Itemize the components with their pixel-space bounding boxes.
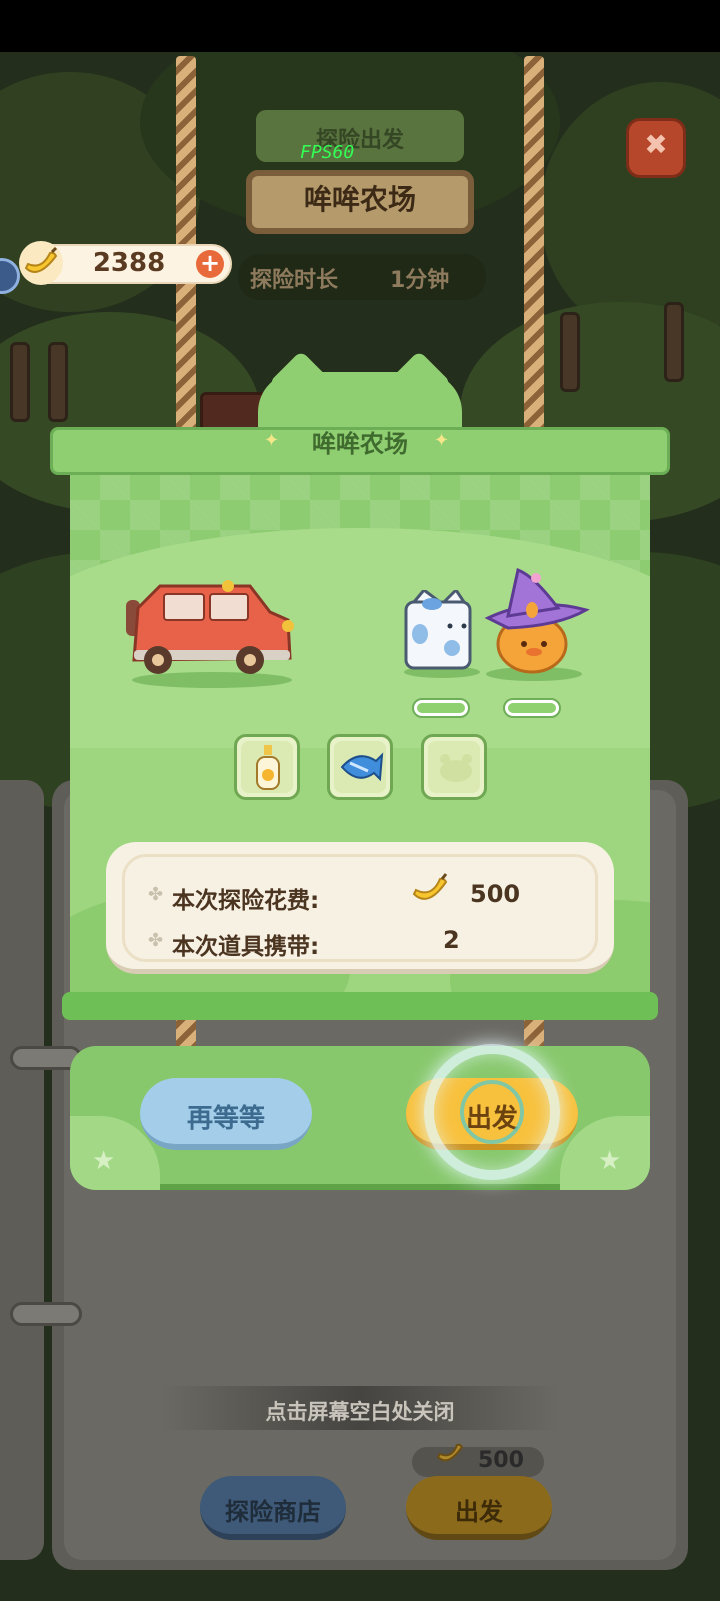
book-left-page (0, 780, 44, 1560)
go-button-background-label: 出发 (455, 1498, 503, 1526)
bullet-icon: ✤ (148, 884, 164, 905)
status-bar (0, 0, 720, 52)
empty-slot-icon (440, 754, 472, 782)
dialog-title: 哞哞农场 (312, 430, 408, 458)
star-icon: ★ (92, 1146, 116, 1176)
red-jeep-icon (126, 580, 294, 688)
item-slot-honey[interactable] (234, 734, 300, 800)
rope-right (524, 56, 544, 436)
tap-hint-ring-inner (460, 1080, 524, 1144)
expedition-shop-label: 探险商店 (225, 1498, 321, 1526)
milk-carton-cat-icon (404, 590, 480, 678)
character-hp-bar (503, 698, 561, 718)
scroll-rod-bottom (62, 992, 658, 1020)
star-icon: ★ (598, 1146, 622, 1176)
banana-icon (19, 241, 63, 285)
sparkle-icon: ✦ (434, 430, 450, 451)
fps-counter: FPS60 (300, 142, 355, 163)
bullet-icon: ✤ (148, 930, 164, 951)
item-slot-fish-snack[interactable] (327, 734, 393, 800)
cost-small-value: 500 (478, 1448, 524, 1473)
duration-label: 探险时长 (250, 268, 339, 293)
character-hp-bar (412, 698, 470, 718)
add-currency-button[interactable]: + (196, 250, 224, 278)
item-slot-empty[interactable] (421, 734, 487, 800)
blue-fish-snack-icon (340, 752, 384, 782)
book-ring (10, 1302, 82, 1326)
banana-icon (412, 873, 448, 900)
wait-button-label: 再等等 (186, 1104, 265, 1134)
header-ribbon-text: 探险出发 (315, 128, 404, 153)
close-hint-text: 点击屏幕空白处关闭 (265, 1400, 455, 1424)
honey-bottle-icon (256, 745, 280, 790)
currency-amount: 2388 (92, 248, 166, 278)
cost-label: 本次探险花费: (172, 888, 320, 914)
duration-value: 1分钟 (390, 268, 450, 293)
sparkle-icon: ✦ (264, 430, 280, 451)
cost-value: 500 (470, 880, 521, 908)
items-label: 本次道具携带: (172, 934, 320, 960)
close-icon: ✖ (644, 128, 668, 161)
banana-icon (436, 1443, 464, 1462)
items-value: 2 (443, 926, 460, 954)
witch-cat-icon (484, 567, 590, 681)
location-sign-text: 哞哞农场 (303, 183, 416, 216)
